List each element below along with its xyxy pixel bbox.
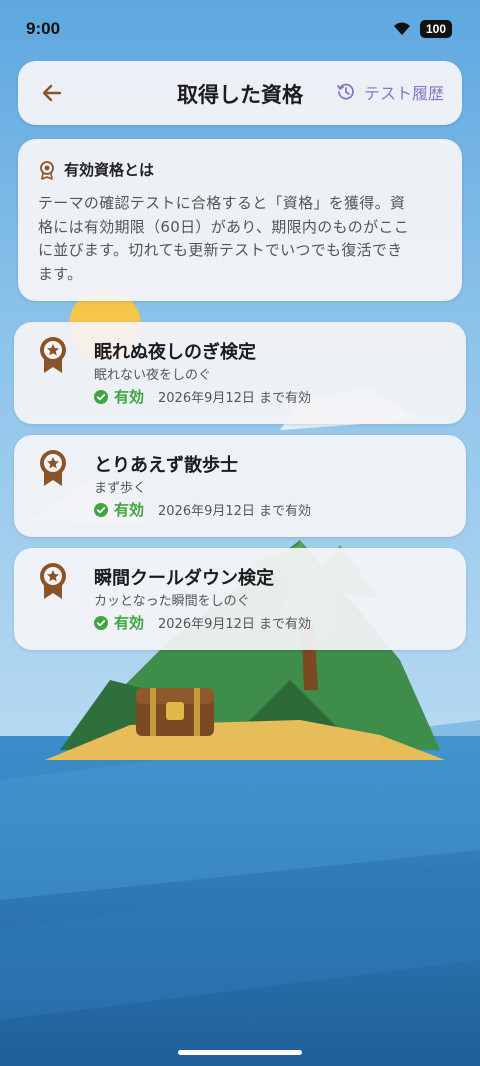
valid-until: 2026年9月12日 まで有効: [158, 504, 312, 519]
valid-until: 2026年9月12日 まで有効: [158, 617, 312, 632]
badge-ribbon-icon: [40, 450, 66, 486]
certificate-subtitle: まず歩く: [94, 481, 147, 496]
certificate-card[interactable]: 瞬間クールダウン検定 カッとなった瞬間をしのぐ 有効 2026年9月12日 まで…: [14, 548, 466, 650]
certificate-status: 有効 2026年9月12日 まで有効: [94, 612, 311, 633]
info-body: テーマの確認テストに合格すると「資格」を獲得。資 格には有効期限（60日）があり…: [38, 192, 442, 286]
certificate-name: とりあえず散歩士: [94, 455, 238, 476]
info-title: 有効資格とは: [64, 161, 155, 179]
award-icon: [40, 160, 54, 180]
badge-ribbon-icon: [40, 563, 66, 599]
status-bar: 9:00 100: [0, 0, 480, 56]
status-badge: 有効: [114, 501, 145, 519]
check-circle-icon: [94, 502, 108, 517]
info-line: に並びます。切れても更新テストでいつでも復活でき: [38, 241, 403, 259]
certificate-subtitle: 眠れない夜をしのぐ: [94, 368, 212, 383]
info-header: 有効資格とは: [38, 159, 442, 180]
check-circle-icon: [94, 615, 108, 630]
certificate-card[interactable]: とりあえず散歩士 まず歩く 有効 2026年9月12日 まで有効: [14, 435, 466, 537]
history-icon: [337, 83, 354, 100]
certificate-name: 眠れぬ夜しのぎ検定: [94, 342, 256, 363]
certificate-card[interactable]: 眠れぬ夜しのぎ検定 眠れない夜をしのぐ 有効 2026年9月12日 まで有効: [14, 322, 466, 424]
status-icons: 100: [392, 20, 452, 38]
info-line: テーマの確認テストに合格すると「資格」を獲得。資: [38, 194, 406, 212]
test-history-label: テスト履歴: [363, 84, 444, 103]
status-badge: 有効: [114, 614, 145, 632]
status-time: 9:00: [26, 19, 61, 38]
badge-ribbon-icon: [40, 337, 66, 373]
header-bar: 取得した資格 テスト履歴: [18, 61, 462, 125]
certificate-subtitle: カッとなった瞬間をしのぐ: [94, 594, 250, 609]
battery-icon: 100: [420, 20, 452, 38]
home-indicator[interactable]: [178, 1050, 302, 1055]
certificate-status: 有効 2026年9月12日 まで有効: [94, 499, 311, 520]
info-card: 有効資格とは テーマの確認テストに合格すると「資格」を獲得。資 格には有効期限（…: [18, 139, 462, 301]
info-line: ます。: [38, 264, 83, 283]
check-circle-icon: [94, 389, 108, 404]
arrow-left-icon: [42, 84, 62, 102]
valid-until: 2026年9月12日 まで有効: [158, 391, 312, 406]
wifi-icon: [394, 22, 410, 35]
info-line: 格には有効期限（60日）があり、期限内のものがここ: [38, 217, 409, 236]
test-history-button[interactable]: テスト履歴: [336, 80, 444, 104]
back-button[interactable]: [38, 79, 66, 107]
certificate-status: 有効 2026年9月12日 まで有効: [94, 386, 311, 407]
status-badge: 有効: [114, 388, 145, 406]
certificate-name: 瞬間クールダウン検定: [94, 568, 274, 589]
battery-level: 100: [425, 22, 447, 36]
